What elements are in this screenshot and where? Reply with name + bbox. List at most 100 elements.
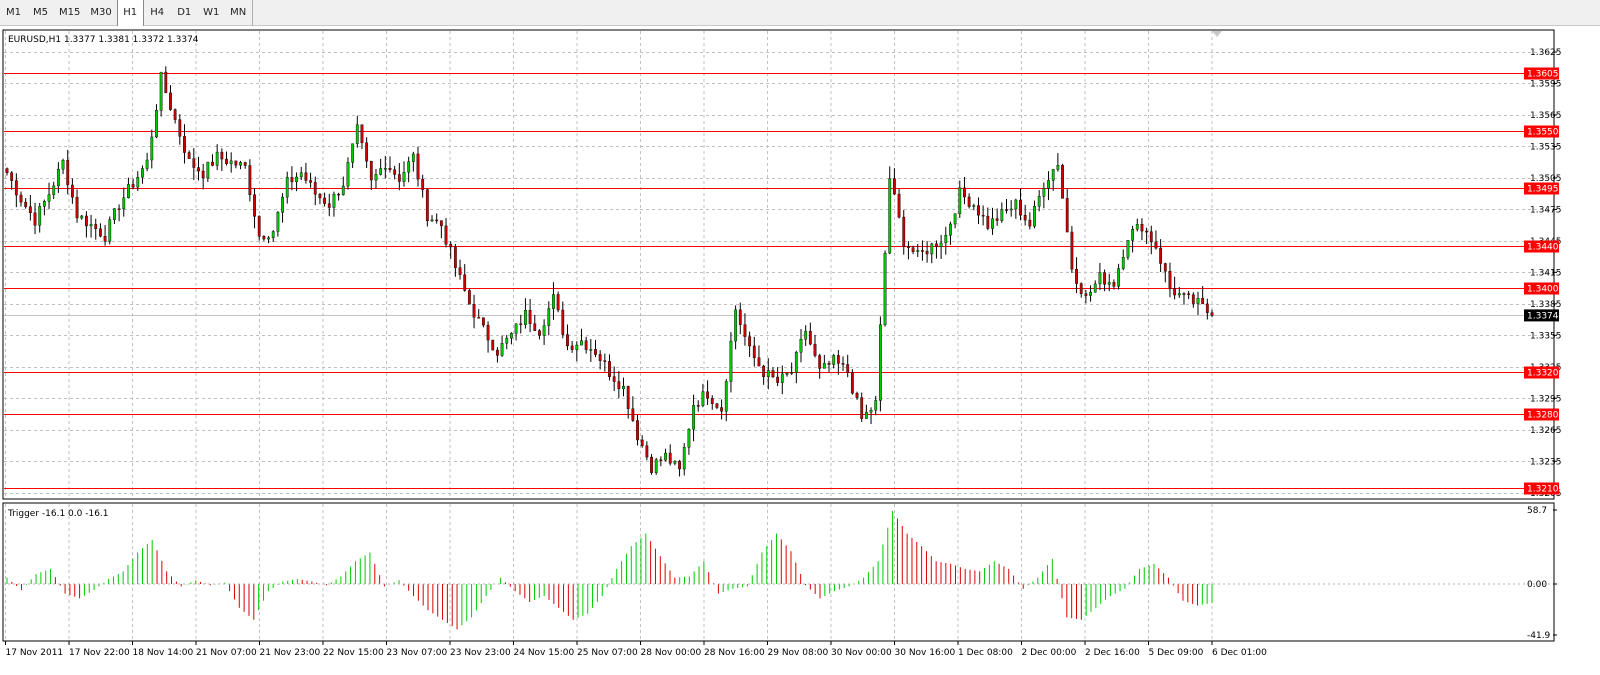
bull-candle — [402, 172, 406, 182]
bull-candle — [514, 323, 518, 334]
bull-candle — [1033, 205, 1036, 227]
bear-candle — [66, 159, 70, 186]
bear-candle — [211, 161, 214, 166]
bear-candle — [650, 456, 653, 473]
bull-candle — [1117, 268, 1120, 287]
price-tick-label: 1.3265 — [1530, 426, 1562, 436]
bear-candle — [636, 420, 639, 441]
bear-candle — [1154, 241, 1158, 249]
bull-candle — [351, 143, 355, 163]
bull-candle — [150, 136, 154, 161]
bull-candle — [654, 459, 658, 473]
bear-candle — [103, 236, 107, 242]
bear-candle — [977, 205, 980, 216]
price-tick-label: 1.3385 — [1530, 300, 1562, 310]
bear-candle — [855, 392, 859, 398]
bear-candle — [365, 142, 369, 162]
bear-candle — [201, 170, 205, 179]
bull-candle — [734, 309, 738, 342]
bear-candle — [453, 246, 457, 268]
time-tick-label: 21 Nov 23:00 — [260, 648, 321, 658]
bull-candle — [785, 373, 789, 375]
bull-candle — [664, 452, 667, 461]
bear-candle — [925, 250, 929, 255]
bull-candle — [692, 405, 695, 430]
bear-candle — [570, 345, 574, 350]
bull-candle — [874, 400, 878, 411]
bear-candle — [1070, 231, 1074, 270]
price-tick-label: 1.3235 — [1530, 457, 1562, 467]
bear-candle — [467, 290, 471, 305]
bear-candle — [893, 178, 896, 195]
bear-candle — [360, 124, 364, 144]
time-tick-label: 24 Nov 15:00 — [514, 648, 575, 658]
bear-candle — [24, 201, 28, 207]
bear-candle — [519, 323, 523, 325]
price-axis: 1.3625 1.3595 1.3565 1.3535 1.3505 1.3475 1.34… — [1524, 48, 1562, 499]
bear-candle — [678, 460, 681, 470]
bear-candle — [612, 376, 616, 382]
bull-candle — [1051, 169, 1055, 181]
price-tick-label: 1.3595 — [1530, 79, 1562, 89]
bear-candle — [659, 459, 663, 461]
bear-candle — [827, 363, 831, 365]
bull-candle — [822, 363, 826, 369]
bull-candle — [56, 168, 60, 187]
time-tick-label: 23 Nov 07:00 — [387, 648, 448, 658]
bear-candle — [388, 167, 392, 170]
bull-candle — [930, 243, 934, 255]
bear-candle — [598, 354, 602, 361]
bull-candle — [1196, 298, 1200, 304]
bear-candle — [425, 189, 429, 222]
bear-candle — [313, 182, 317, 195]
time-tick-label: 23 Nov 23:00 — [450, 648, 511, 658]
indicator-tick-label: 58.7 — [1527, 506, 1547, 516]
bear-candle — [70, 184, 74, 198]
bear-candle — [192, 158, 196, 168]
bear-candle — [715, 403, 719, 408]
bear-candle — [225, 158, 228, 164]
price-chart[interactable]: 1.3625 1.3595 1.3565 1.3535 1.3505 1.3475 1.34… — [0, 0, 1600, 675]
bear-candle — [645, 445, 649, 458]
bull-candle — [799, 339, 803, 353]
bull-candle — [1056, 165, 1060, 170]
bear-candle — [902, 216, 906, 247]
bull-candle — [1121, 257, 1125, 269]
bear-candle — [1159, 247, 1163, 264]
price-tick-label: 1.3355 — [1530, 331, 1562, 341]
bear-candle — [1210, 312, 1214, 316]
bear-candle — [860, 397, 864, 419]
bear-candle — [197, 167, 200, 172]
time-tick-label: 30 Nov 00:00 — [831, 648, 892, 658]
price-tick-label: 1.3625 — [1530, 48, 1562, 58]
bear-candle — [481, 317, 485, 326]
bull-candle — [552, 294, 555, 309]
bear-candle — [608, 361, 611, 377]
bull-candle — [276, 212, 280, 232]
bear-candle — [472, 304, 476, 318]
bull-candle — [113, 208, 116, 220]
bull-candle — [1089, 291, 1092, 296]
bear-candle — [748, 336, 752, 347]
bear-candle — [486, 324, 490, 341]
bull-candle — [1014, 199, 1018, 210]
bull-candle — [958, 187, 962, 214]
bear-candle — [449, 244, 453, 248]
price-tick-label: 1.3505 — [1530, 174, 1562, 184]
price-tick-label: 1.3415 — [1530, 268, 1562, 278]
bull-candle — [38, 206, 42, 226]
level-price-label: 1.3495 — [1527, 185, 1559, 195]
bear-candle — [439, 220, 443, 227]
bear-candle — [169, 92, 172, 110]
time-tick-label: 30 Nov 16:00 — [895, 648, 956, 658]
bear-candle — [393, 169, 397, 175]
bull-candle — [991, 218, 994, 229]
time-tick-label: 28 Nov 00:00 — [641, 648, 702, 658]
bull-candle — [47, 194, 51, 202]
bear-candle — [762, 365, 766, 378]
bear-candle — [290, 177, 294, 183]
bull-candle — [524, 309, 527, 325]
bear-candle — [1019, 199, 1022, 216]
bull-candle — [832, 355, 836, 365]
bull-candle — [1131, 229, 1135, 241]
